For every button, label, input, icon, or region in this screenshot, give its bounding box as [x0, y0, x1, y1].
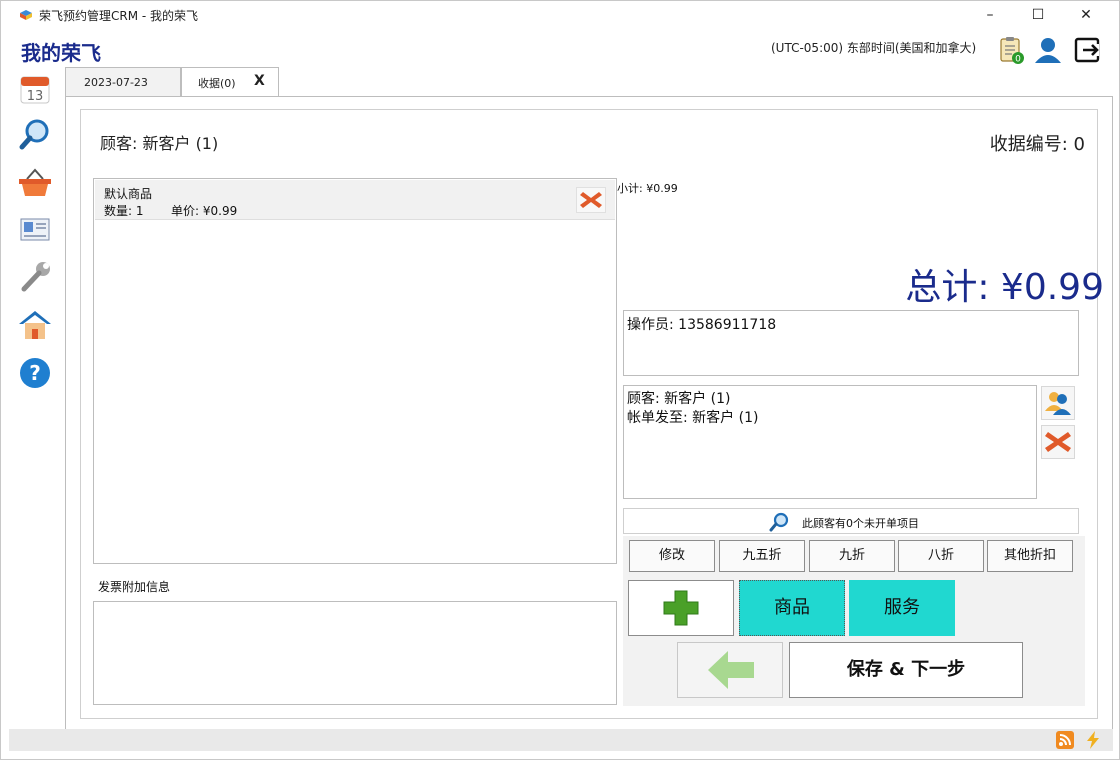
client-info-box: 顾客: 新客户 (1) 帐单发至: 新客户 (1) — [623, 385, 1037, 499]
status-bar — [9, 729, 1113, 751]
item-unit-price: 单价: ¥0.99 — [171, 204, 238, 218]
clipboard-icon[interactable]: 0 — [997, 35, 1027, 65]
search-icon — [769, 512, 789, 532]
home-icon[interactable] — [17, 307, 53, 343]
lightning-icon[interactable] — [1083, 730, 1103, 750]
notes-badge: 0 — [1015, 55, 1021, 65]
modify-button[interactable]: 修改 — [629, 540, 715, 572]
customers-icon — [1045, 392, 1071, 415]
back-button[interactable] — [677, 642, 783, 698]
maximize-button[interactable]: ☐ — [1015, 3, 1061, 27]
other-discount-button[interactable]: 其他折扣 — [987, 540, 1073, 572]
basket-icon[interactable] — [17, 165, 53, 201]
wrench-icon[interactable] — [17, 259, 53, 295]
action-panel: 修改 九五折 九折 八折 其他折扣 商品 服务 保存 & 下一步 — [623, 536, 1085, 706]
client-customer-text: 顾客: 新客户 (1) — [627, 391, 731, 407]
receipt-number: 收据编号: 0 — [989, 134, 1085, 155]
app-logo-icon — [20, 10, 32, 20]
svg-text:?: ? — [29, 361, 41, 385]
window-title: 荣飞预约管理CRM - 我的荣飞 — [39, 9, 199, 23]
timezone-label: (UTC-05:00) 东部时间(美国和加拿大) — [771, 41, 977, 55]
operator-text: 操作员: 13586911718 — [627, 317, 777, 333]
grand-total: 总计: ¥0.99 — [905, 267, 1104, 308]
close-window-button[interactable]: ✕ — [1063, 3, 1109, 27]
sidebar: 13 ? — [9, 67, 61, 407]
delete-icon — [1045, 432, 1071, 452]
service-button[interactable]: 服务 — [849, 580, 955, 636]
tab-close-button[interactable]: X — [254, 73, 265, 89]
back-arrow-icon — [708, 651, 754, 689]
tab-receipt-label: 收据(0) — [198, 77, 236, 90]
subtotal-label: 小计: ¥0.99 — [617, 182, 678, 195]
title-bar: 荣飞预约管理CRM - 我的荣飞 – ☐ ✕ — [1, 1, 1119, 29]
invoice-info-field[interactable] — [93, 601, 617, 705]
discount-95-button[interactable]: 九五折 — [719, 540, 805, 572]
app-window: 荣飞预约管理CRM - 我的荣飞 – ☐ ✕ 我的荣飞 (UTC-05:00) … — [0, 0, 1120, 760]
content-frame: 顾客: 新客户 (1) 收据编号: 0 默认商品 数量: 1 单价: ¥0.99… — [65, 96, 1113, 730]
remove-customer-button[interactable] — [1041, 425, 1075, 459]
operator-field[interactable]: 操作员: 13586911718 — [623, 310, 1079, 376]
calendar-icon[interactable]: 13 — [17, 71, 53, 107]
customer-title: 顾客: 新客户 (1) — [100, 134, 219, 153]
logout-icon[interactable] — [1073, 35, 1103, 65]
receipt-panel: 顾客: 新客户 (1) 收据编号: 0 默认商品 数量: 1 单价: ¥0.99… — [80, 109, 1104, 719]
bill-to-text: 帐单发至: 新客户 (1) — [627, 410, 759, 426]
item-name: 默认商品 — [104, 187, 153, 201]
plus-icon — [663, 590, 699, 626]
contact-card-icon[interactable] — [17, 211, 53, 247]
discount-90-button[interactable]: 九折 — [809, 540, 895, 572]
discount-80-button[interactable]: 八折 — [898, 540, 984, 572]
calendar-day: 13 — [27, 89, 44, 104]
help-icon[interactable]: ? — [17, 355, 53, 391]
tab-date-label: 2023-07-23 — [84, 76, 148, 89]
rss-icon[interactable] — [1055, 730, 1075, 750]
list-item[interactable]: 默认商品 数量: 1 单价: ¥0.99 — [95, 180, 615, 220]
invoice-info-label: 发票附加信息 — [98, 580, 171, 594]
user-icon[interactable] — [1033, 35, 1063, 65]
app-name: 我的荣飞 — [21, 41, 101, 65]
add-item-button[interactable] — [628, 580, 734, 636]
app-header: 我的荣飞 (UTC-05:00) 东部时间(美国和加拿大) 0 — [1, 29, 1119, 67]
save-next-button[interactable]: 保存 & 下一步 — [789, 642, 1023, 698]
receipt-item-list: 默认商品 数量: 1 单价: ¥0.99 — [93, 178, 617, 564]
tab-receipt[interactable]: 收据(0) X — [181, 67, 279, 97]
select-customer-button[interactable] — [1041, 386, 1075, 420]
item-quantity: 数量: 1 — [104, 204, 144, 218]
goods-button[interactable]: 商品 — [739, 580, 845, 636]
delete-item-button[interactable] — [576, 187, 606, 213]
minimize-button[interactable]: – — [967, 3, 1013, 27]
search-icon[interactable] — [17, 117, 53, 153]
open-items-button[interactable]: 此顾客有0个未开单项目 — [623, 508, 1079, 534]
delete-icon — [580, 192, 602, 208]
open-items-text: 此顾客有0个未开单项目 — [802, 517, 919, 530]
tab-date[interactable]: 2023-07-23 — [65, 67, 181, 97]
